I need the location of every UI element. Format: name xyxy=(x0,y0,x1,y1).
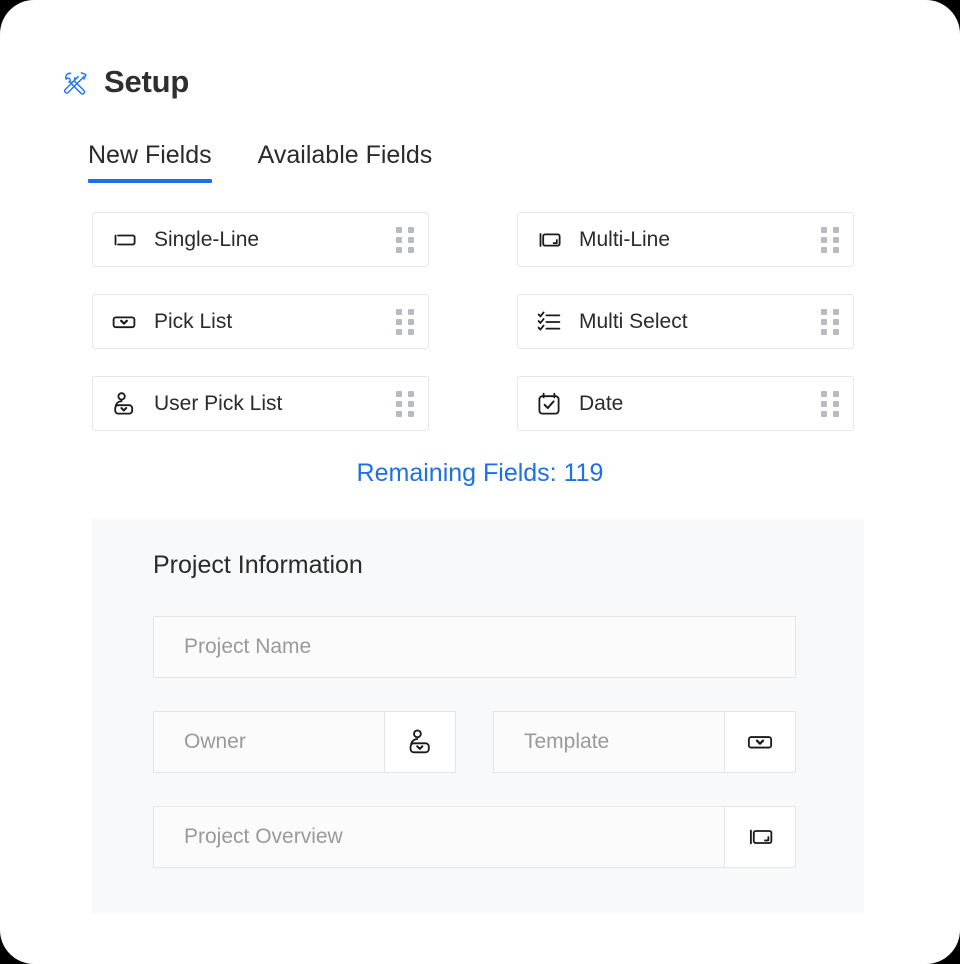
field-chip-label: User Pick List xyxy=(154,392,283,415)
form-row-owner-template: Owner Template xyxy=(153,711,796,773)
drag-handle-icon[interactable] xyxy=(821,226,839,253)
pick-list-icon xyxy=(110,308,138,336)
multi-select-icon xyxy=(535,308,563,336)
field-chip-label: Multi-Line xyxy=(579,228,671,251)
field-chip-single-line[interactable]: Single-Line xyxy=(92,212,429,267)
owner-input[interactable]: Owner xyxy=(153,711,385,773)
project-information-panel: Project Information Project Name Owner T… xyxy=(92,519,864,913)
page-header: Setup xyxy=(62,66,189,97)
tools-icon xyxy=(62,68,90,96)
panel-title: Project Information xyxy=(153,551,363,579)
new-fields-grid: Single-Line Multi-Line Pick List Multi S… xyxy=(92,212,854,431)
remaining-fields-label[interactable]: Remaining Fields: 119 xyxy=(0,459,960,488)
field-chip-label: Date xyxy=(579,392,624,415)
setup-card: Setup New Fields Available Fields Single… xyxy=(0,0,960,964)
preview-form: Project Name Owner Template Project Over… xyxy=(153,616,796,868)
multi-line-icon xyxy=(745,822,775,852)
date-icon xyxy=(535,390,563,418)
project-name-group: Project Name xyxy=(153,616,796,678)
tab-available-fields[interactable]: Available Fields xyxy=(258,141,433,183)
field-chip-label: Pick List xyxy=(154,310,233,333)
drag-handle-icon[interactable] xyxy=(821,390,839,417)
tab-new-fields[interactable]: New Fields xyxy=(88,141,212,183)
field-chip-label: Single-Line xyxy=(154,228,260,251)
field-chip-pick-list[interactable]: Pick List xyxy=(92,294,429,349)
tab-available-fields-label: Available Fields xyxy=(257,141,433,169)
drag-handle-icon[interactable] xyxy=(396,308,414,335)
tab-new-fields-label: New Fields xyxy=(88,141,212,169)
field-chip-user-pick-list[interactable]: User Pick List xyxy=(92,376,429,431)
project-overview-group: Project Overview xyxy=(153,806,796,868)
user-pick-list-icon xyxy=(405,727,435,757)
project-overview-input[interactable]: Project Overview xyxy=(153,806,725,868)
pick-list-icon xyxy=(745,727,775,757)
field-chip-label: Multi Select xyxy=(579,310,688,333)
single-line-icon xyxy=(110,226,138,254)
tab-bar: New Fields Available Fields xyxy=(88,141,432,183)
template-pick-list-button[interactable] xyxy=(725,711,796,773)
drag-handle-icon[interactable] xyxy=(396,226,414,253)
drag-handle-icon[interactable] xyxy=(821,308,839,335)
project-overview-multi-line-button[interactable] xyxy=(725,806,796,868)
page-title: Setup xyxy=(104,64,190,99)
form-row-project-overview: Project Overview xyxy=(153,806,796,868)
drag-handle-icon[interactable] xyxy=(396,390,414,417)
owner-user-pick-list-button[interactable] xyxy=(385,711,456,773)
user-pick-list-icon xyxy=(110,390,138,418)
field-chip-multi-select[interactable]: Multi Select xyxy=(517,294,854,349)
owner-group: Owner xyxy=(153,711,456,773)
form-row-project-name: Project Name xyxy=(153,616,796,678)
template-input[interactable]: Template xyxy=(493,711,725,773)
field-chip-date[interactable]: Date xyxy=(517,376,854,431)
multi-line-icon xyxy=(535,226,563,254)
project-name-input[interactable]: Project Name xyxy=(153,616,796,678)
template-group: Template xyxy=(493,711,796,773)
field-chip-multi-line[interactable]: Multi-Line xyxy=(517,212,854,267)
